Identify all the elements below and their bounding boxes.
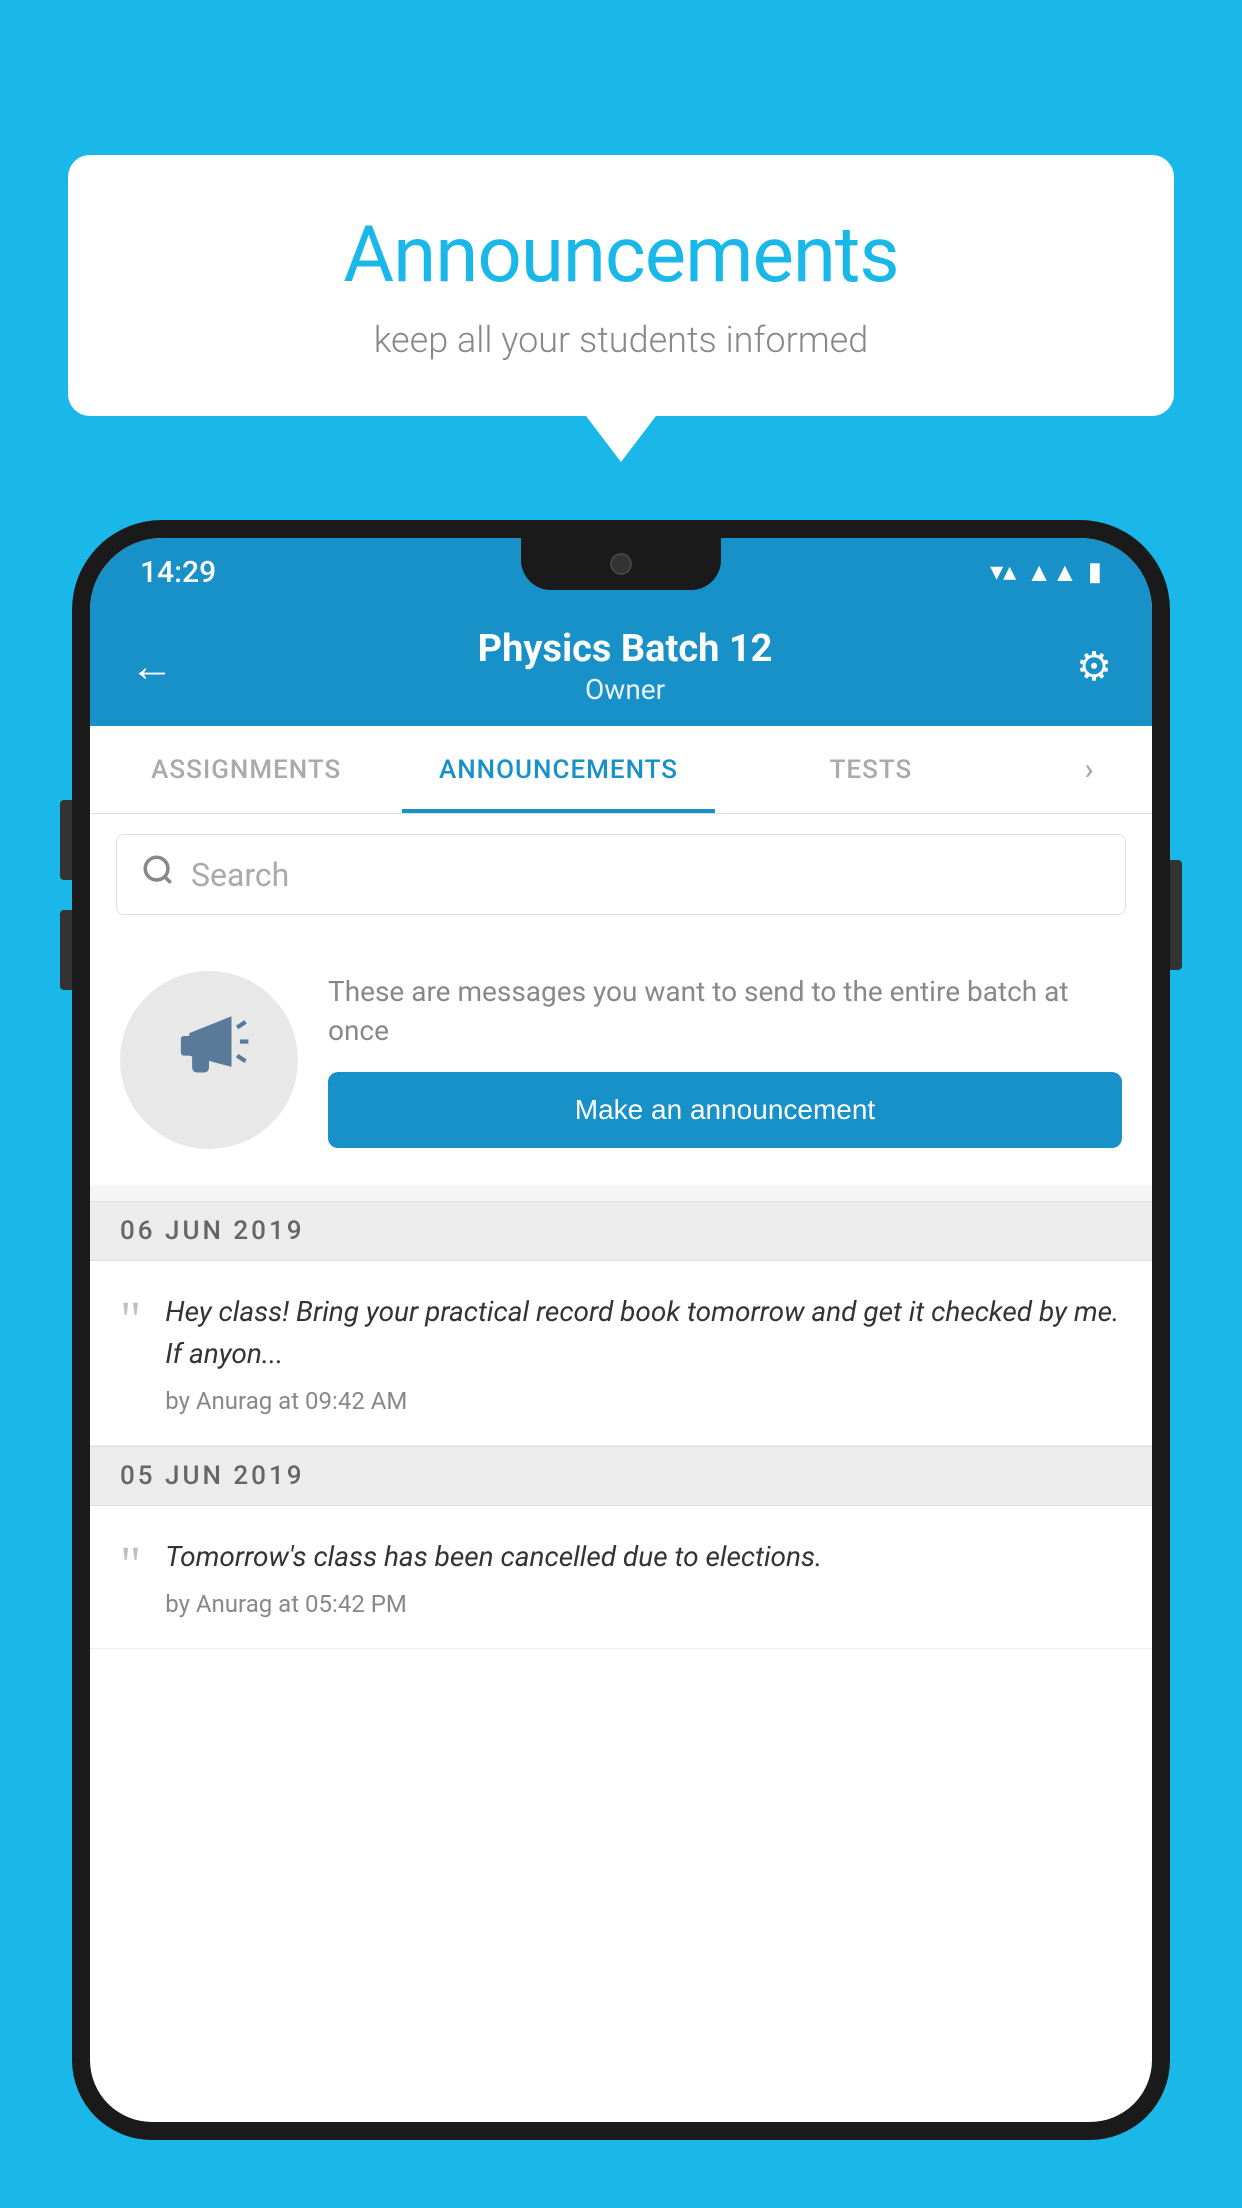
date-separator-1: 06 JUN 2019: [90, 1201, 1152, 1261]
megaphone-icon: [164, 1005, 254, 1115]
app-bar-title: Physics Batch 12: [174, 627, 1076, 671]
quote-icon-1: ": [120, 1295, 141, 1347]
signal-icon: ▲▲: [1026, 557, 1077, 588]
status-icons: ▾▴ ▲▲ ▮: [990, 557, 1102, 588]
announcement-cta-right: These are messages you want to send to t…: [328, 972, 1122, 1148]
announcement-text-group-1: Hey class! Bring your practical record b…: [165, 1291, 1122, 1415]
battery-icon: ▮: [1088, 557, 1102, 587]
speech-bubble: Announcements keep all your students inf…: [68, 155, 1174, 416]
status-time: 14:29: [140, 555, 216, 590]
announcement-item-1[interactable]: " Hey class! Bring your practical record…: [90, 1261, 1152, 1446]
announcement-text-2: Tomorrow's class has been cancelled due …: [165, 1536, 1122, 1578]
tab-more[interactable]: ›: [1027, 726, 1152, 813]
date-separator-2: 05 JUN 2019: [90, 1446, 1152, 1506]
tabs-bar: ASSIGNMENTS ANNOUNCEMENTS TESTS ›: [90, 726, 1152, 814]
announcement-icon-circle: [120, 971, 298, 1149]
search-icon: [141, 853, 175, 896]
announcement-meta-1: by Anurag at 09:42 AM: [165, 1387, 1122, 1415]
speech-bubble-subtitle: keep all your students informed: [128, 319, 1114, 361]
announcement-text-group-2: Tomorrow's class has been cancelled due …: [165, 1536, 1122, 1618]
tab-announcements[interactable]: ANNOUNCEMENTS: [402, 726, 714, 813]
announcement-item-2[interactable]: " Tomorrow's class has been cancelled du…: [90, 1506, 1152, 1649]
app-bar: ← Physics Batch 12 Owner ⚙: [90, 606, 1152, 726]
back-button[interactable]: ←: [130, 640, 174, 692]
power-button[interactable]: [1170, 860, 1182, 970]
speech-bubble-container: Announcements keep all your students inf…: [68, 155, 1174, 416]
quote-icon-2: ": [120, 1540, 141, 1592]
announcement-cta-description: These are messages you want to send to t…: [328, 972, 1122, 1050]
speech-bubble-title: Announcements: [128, 210, 1114, 301]
make-announcement-button[interactable]: Make an announcement: [328, 1072, 1122, 1148]
phone-outer: 14:29 ▾▴ ▲▲ ▮ ← Physics Batch 12 Owner ⚙: [72, 520, 1170, 2140]
announcement-cta-section: These are messages you want to send to t…: [90, 935, 1152, 1185]
volume-down-button[interactable]: [60, 910, 72, 990]
search-input[interactable]: Search: [191, 856, 289, 894]
app-bar-subtitle: Owner: [174, 673, 1076, 706]
settings-icon[interactable]: ⚙: [1076, 643, 1112, 690]
tab-assignments[interactable]: ASSIGNMENTS: [90, 726, 402, 813]
phone-notch: [521, 538, 721, 590]
phone-camera: [610, 553, 632, 575]
search-input-wrapper[interactable]: Search: [116, 834, 1126, 915]
search-container: Search: [90, 814, 1152, 935]
wifi-icon: ▾▴: [990, 557, 1016, 587]
announcement-text-1: Hey class! Bring your practical record b…: [165, 1291, 1122, 1375]
app-bar-title-group: Physics Batch 12 Owner: [174, 627, 1076, 706]
volume-up-button[interactable]: [60, 800, 72, 880]
phone-container: 14:29 ▾▴ ▲▲ ▮ ← Physics Batch 12 Owner ⚙: [72, 520, 1170, 2208]
content-area: Search: [90, 814, 1152, 1649]
announcement-meta-2: by Anurag at 05:42 PM: [165, 1590, 1122, 1618]
phone-screen: 14:29 ▾▴ ▲▲ ▮ ← Physics Batch 12 Owner ⚙: [90, 538, 1152, 2122]
tab-tests[interactable]: TESTS: [715, 726, 1027, 813]
